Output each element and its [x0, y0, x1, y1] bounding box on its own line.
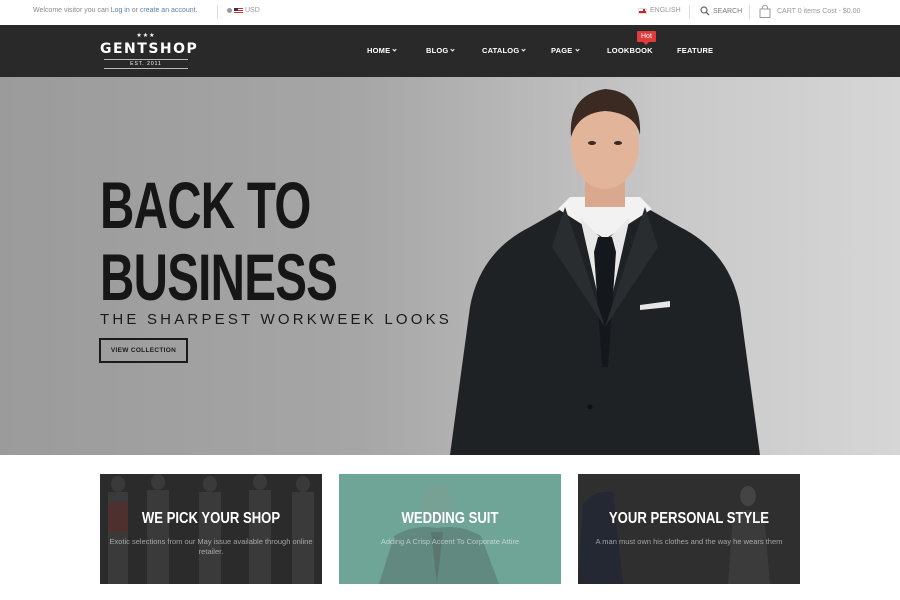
- nav-label: PAGE: [551, 46, 573, 55]
- create-account-link[interactable]: create an account.: [140, 7, 198, 14]
- group-of-men-image: [100, 474, 322, 584]
- nav-label: CATALOG: [482, 46, 520, 55]
- nav-label: FEATURE: [677, 46, 714, 55]
- groom-image: [339, 474, 561, 584]
- chevron-down-icon: [521, 47, 526, 52]
- nav-item-catalog[interactable]: CATALOG: [482, 46, 526, 55]
- hot-badge: Hot: [637, 31, 656, 45]
- main-header: ★★★ GENTSHOP EST. 2011 HOME BLOG CATALOG…: [0, 25, 900, 77]
- banner-title: YOUR PERSONAL STYLE: [608, 510, 770, 527]
- chevron-down-icon: [574, 47, 580, 52]
- banner-wedding-suit[interactable]: WEDDING SUIT Adding A Crisp Accent To Co…: [339, 474, 561, 584]
- welcome-text: Welcome visitor you can: [33, 7, 109, 14]
- login-link[interactable]: Log in: [111, 7, 130, 14]
- hero-model-image: [450, 89, 760, 455]
- currency-selector[interactable]: USD: [227, 7, 260, 14]
- nav-item-blog[interactable]: BLOG: [426, 46, 456, 55]
- hero-heading-line1: BACK TO: [100, 168, 311, 242]
- search-button[interactable]: SEARCH: [700, 6, 742, 16]
- banner-your-personal-style[interactable]: YOUR PERSONAL STYLE A man must own his c…: [578, 474, 800, 584]
- chevron-down-icon: [392, 47, 397, 52]
- us-flag-icon: [234, 7, 243, 14]
- or-text: or: [131, 7, 138, 14]
- hero-slider: BACK TO BUSINESS THE SHARPEST WORKWEEK L…: [0, 77, 900, 455]
- language-selector[interactable]: ENGLISH: [638, 7, 681, 14]
- nav-item-page[interactable]: PAGE: [551, 46, 580, 55]
- welcome-message: Welcome visitor you can Log in or create…: [33, 7, 198, 14]
- cart-button[interactable]: CART 0 items Cost - $0.00: [759, 5, 860, 18]
- cart-label: CART 0 items Cost - $0.00: [777, 8, 861, 15]
- chevron-down-icon: [450, 47, 456, 52]
- divider: [217, 5, 218, 19]
- nav-item-home[interactable]: HOME: [367, 46, 397, 55]
- hero-subtitle: THE SHARPEST WORKWEEK LOOKS: [100, 311, 453, 328]
- language-label: ENGLISH: [650, 7, 681, 14]
- shopping-bag-icon: [759, 5, 771, 18]
- main-nav: HOME BLOG CATALOG PAGE LOOKBOOK Hot FEAT…: [0, 25, 900, 77]
- banner-description: Exotic selections from our May issue ava…: [109, 537, 313, 556]
- search-icon: [700, 6, 710, 16]
- nav-label: LOOKBOOK: [607, 46, 653, 55]
- search-label: SEARCH: [713, 7, 743, 15]
- currency-label: USD: [245, 7, 260, 14]
- divider: [749, 5, 750, 19]
- hero-heading-line2: BUSINESS: [100, 240, 338, 314]
- suited-men-image: [578, 474, 800, 584]
- nav-item-feature[interactable]: FEATURE: [677, 46, 713, 55]
- view-collection-button[interactable]: VIEW COLLECTION: [99, 338, 188, 363]
- divider: [689, 5, 690, 19]
- currency-dot-icon: [227, 8, 232, 13]
- banner-description: A man must own his clothes and the way h…: [595, 537, 783, 546]
- nav-label: HOME: [367, 46, 391, 55]
- banner-we-pick-your-shop[interactable]: WE PICK YOUR SHOP Exotic selections from…: [100, 474, 322, 584]
- top-bar: Welcome visitor you can Log in or create…: [0, 0, 900, 25]
- banner-description: Adding A Crisp Accent To Corporate Attir…: [380, 537, 520, 546]
- banner-title: WEDDING SUIT: [401, 510, 499, 527]
- nav-label: BLOG: [426, 46, 449, 55]
- uk-flag-icon: [638, 7, 647, 14]
- banner-title: WE PICK YOUR SHOP: [141, 510, 281, 527]
- nav-item-lookbook[interactable]: LOOKBOOK: [607, 46, 653, 55]
